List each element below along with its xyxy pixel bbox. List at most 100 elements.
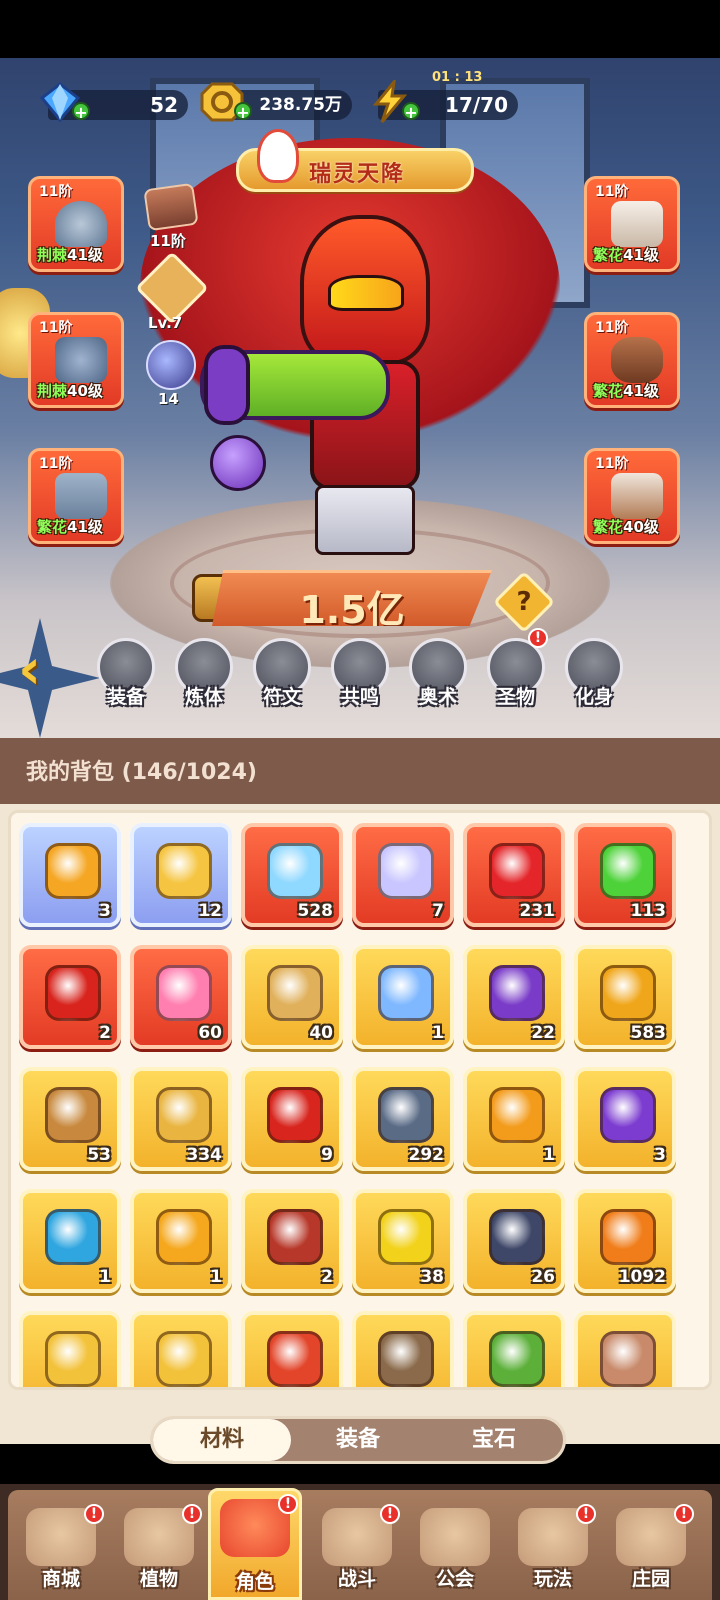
energy-counter[interactable]: + 17/70: [372, 80, 518, 123]
back-chevron-icon[interactable]: ‹: [18, 642, 66, 698]
inventory-item[interactable]: 3: [19, 823, 121, 927]
inventory-item[interactable]: 2: [19, 945, 121, 1049]
inventory-item[interactable]: 1092: [574, 1189, 676, 1293]
shirt-icon: [611, 201, 663, 247]
inventory-item[interactable]: 26: [463, 1189, 565, 1293]
gear-level: 41级: [67, 518, 103, 536]
nav-notification-badge: !: [182, 1504, 202, 1524]
inventory-item[interactable]: 1: [19, 1189, 121, 1293]
gear-slot-waist[interactable]: 11阶 繁花41级: [584, 312, 680, 408]
blaster-barrel: [204, 345, 250, 425]
inventory-item[interactable]: 38: [352, 1189, 454, 1293]
gear-slot-chest[interactable]: 11阶 繁花41级: [584, 176, 680, 272]
rock-icon: [600, 1331, 656, 1387]
inventory-item[interactable]: 583: [574, 945, 676, 1049]
gear-slot-legs[interactable]: 11阶 繁花41级: [28, 448, 124, 544]
inventory-item[interactable]: [130, 1311, 232, 1387]
inventory-item[interactable]: 40: [241, 945, 343, 1049]
inventory-item[interactable]: 1: [352, 945, 454, 1049]
tab-equip[interactable]: 装备: [94, 638, 158, 716]
tab-equipment[interactable]: 装备: [289, 1419, 427, 1461]
inventory-item[interactable]: [463, 1311, 565, 1387]
bag-category-tabs[interactable]: 材料 装备 宝石: [150, 1416, 566, 1464]
inventory-item[interactable]: [352, 1311, 454, 1387]
inventory-item[interactable]: 9: [241, 1067, 343, 1171]
hat-icon: [55, 201, 107, 247]
inventory-item[interactable]: 231: [463, 823, 565, 927]
inventory-item[interactable]: [241, 1311, 343, 1387]
inventory-item[interactable]: [574, 1311, 676, 1387]
item-count: 26: [531, 1267, 555, 1287]
inventory-item[interactable]: 3: [574, 1067, 676, 1171]
pyramid-icon: [378, 1087, 434, 1143]
inventory-item[interactable]: 53: [19, 1067, 121, 1171]
inventory-grid[interactable]: 3 12 528 7 231 113 2 60 40 1 22 583 53 334 9 292 1 3 1 1 2 38…: [8, 810, 712, 1390]
gear-label: 繁花41级: [593, 244, 659, 265]
relic-tier-icon[interactable]: [143, 182, 199, 232]
gear-label: 荆棘40级: [37, 380, 103, 401]
gear-slot-head[interactable]: 11阶 荆棘41级: [28, 176, 124, 272]
inventory-item[interactable]: 292: [352, 1067, 454, 1171]
tab-body-refine[interactable]: 炼体: [172, 638, 236, 716]
tab-rune[interactable]: 符文: [250, 638, 314, 716]
pot-icon: [378, 1331, 434, 1387]
gear-label: 繁花41级: [37, 516, 103, 537]
gear-slot-hands[interactable]: 11阶 荆棘40级: [28, 312, 124, 408]
nav-guild[interactable]: 公会: [408, 1500, 502, 1600]
tab-resonance[interactable]: 共鸣: [328, 638, 392, 716]
item-count: 528: [297, 901, 334, 921]
item-count: 9: [321, 1145, 333, 1165]
gold-counter[interactable]: + 238.75万: [200, 82, 352, 122]
inventory-item[interactable]: 334: [130, 1067, 232, 1171]
nav-notification-badge: !: [84, 1504, 104, 1524]
lion-mascot-icon: [257, 129, 299, 183]
guild-icon: [420, 1508, 490, 1566]
gear-tier: 11阶: [39, 320, 73, 336]
inventory-item[interactable]: 1: [463, 1067, 565, 1171]
item-count: 3: [654, 1145, 666, 1165]
amber-gem-icon: [489, 1087, 545, 1143]
inventory-item[interactable]: 2: [241, 1189, 343, 1293]
gold-add-button[interactable]: +: [234, 102, 252, 122]
tab-avatar[interactable]: 化身: [562, 638, 626, 716]
inventory-item[interactable]: 528: [241, 823, 343, 927]
blaster-orb: [210, 435, 266, 491]
hero-character[interactable]: [200, 195, 530, 575]
purple-orb-icon: [600, 1087, 656, 1143]
gear-set: 繁花: [593, 382, 624, 400]
nav-notification-badge: !: [278, 1494, 298, 1514]
item-count: 3: [99, 901, 111, 921]
tab-label: 共鸣: [340, 686, 379, 708]
item-count: 334: [186, 1145, 223, 1165]
gear-set: 荆棘: [37, 246, 68, 264]
mushroom-icon: [45, 1209, 101, 1265]
inventory-item[interactable]: 1: [130, 1189, 232, 1293]
gear-tier: 11阶: [595, 456, 629, 472]
inventory-item[interactable]: 60: [130, 945, 232, 1049]
gem-add-button[interactable]: +: [72, 102, 90, 122]
inventory-item[interactable]: 7: [352, 823, 454, 927]
hero-legs: [315, 485, 415, 555]
gem-counter[interactable]: + 52: [39, 82, 188, 123]
inventory-item[interactable]: 113: [574, 823, 676, 927]
skill-orb-icon[interactable]: [146, 340, 196, 390]
tab-relic[interactable]: 圣物: [484, 638, 548, 716]
energy-add-button[interactable]: +: [402, 102, 420, 122]
gear-set: 荆棘: [37, 382, 68, 400]
gold-shard-icon: [45, 1331, 101, 1387]
star-icon: [156, 843, 212, 899]
inventory-item[interactable]: 12: [130, 823, 232, 927]
gear-slot-feet[interactable]: 11阶 繁花40级: [584, 448, 680, 544]
nav-notification-badge: !: [674, 1504, 694, 1524]
event-banner[interactable]: 瑞灵天降: [236, 129, 474, 192]
inventory-item[interactable]: [19, 1311, 121, 1387]
inventory-item[interactable]: 22: [463, 945, 565, 1049]
combat-power-value: 1.5亿: [299, 588, 405, 632]
nav-label: 商城: [41, 1568, 80, 1590]
item-count: 38: [420, 1267, 444, 1287]
tab-arcane[interactable]: 奥术: [406, 638, 470, 716]
gear-set: 繁花: [593, 246, 624, 264]
tab-materials[interactable]: 材料: [153, 1419, 291, 1461]
energy-timer: 01 : 13: [432, 70, 483, 85]
tab-gems[interactable]: 宝石: [425, 1419, 563, 1461]
